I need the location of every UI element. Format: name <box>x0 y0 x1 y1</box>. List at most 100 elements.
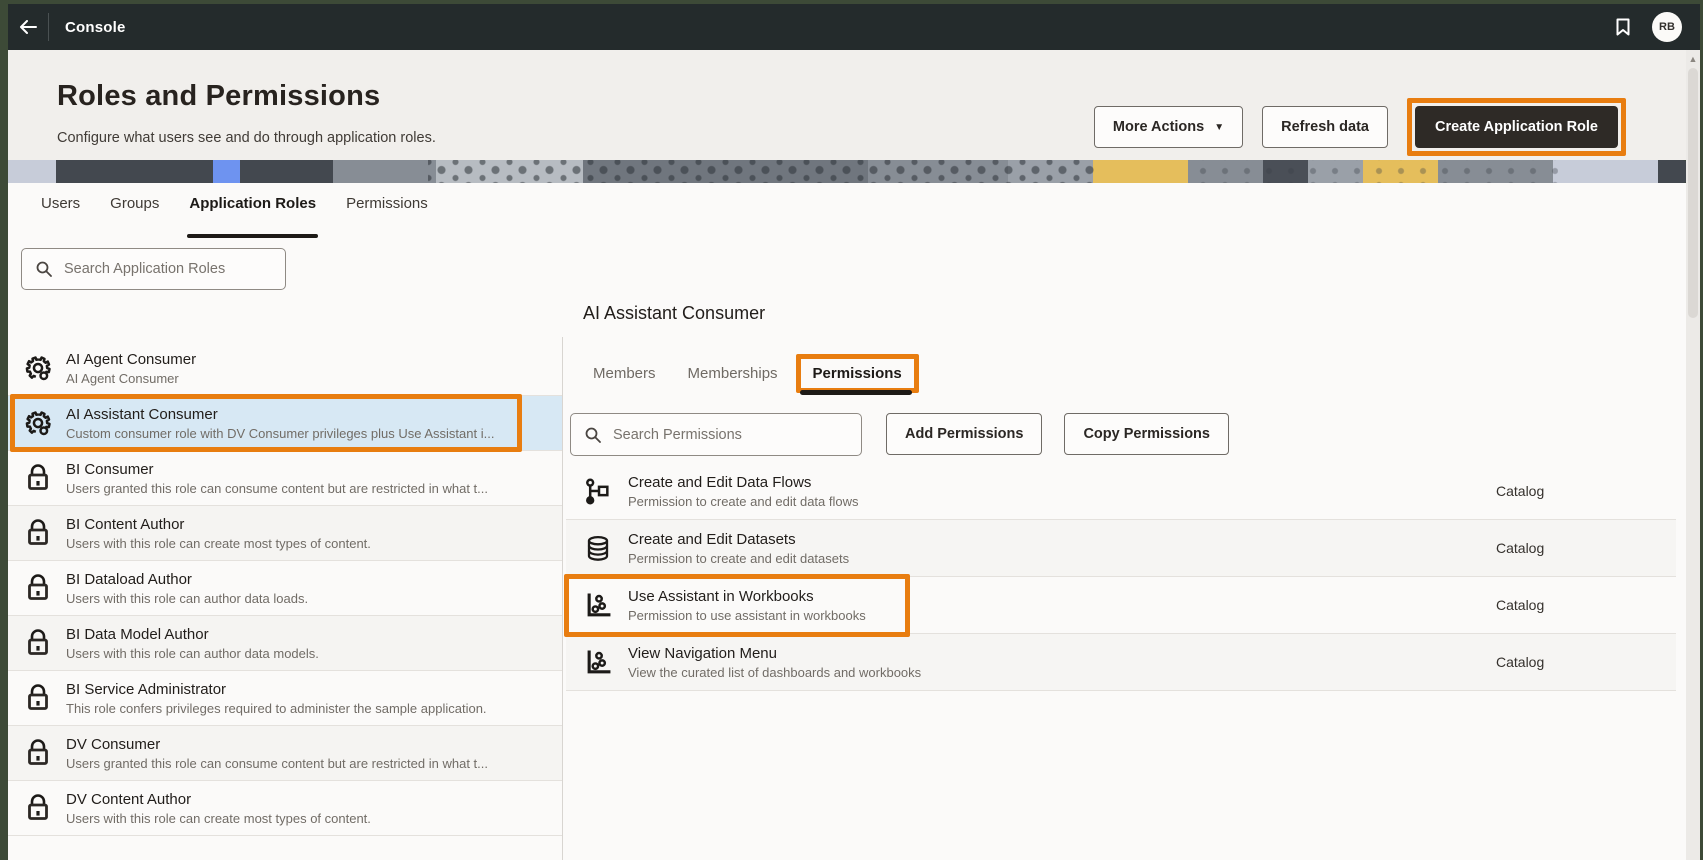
banner-dots-texture <box>428 160 1098 183</box>
permission-name: Create and Edit Data Flows <box>628 473 812 491</box>
panel-divider <box>562 337 563 860</box>
chevron-down-icon: ▼ <box>1214 121 1225 133</box>
tab-groups[interactable]: Groups <box>110 195 159 238</box>
role-name: BI Content Author <box>66 515 185 533</box>
role-list-item[interactable]: DV Content Author Users with this role c… <box>8 781 562 836</box>
copy-permissions-button[interactable]: Copy Permissions <box>1064 413 1229 455</box>
page-header: Roles and Permissions Configure what use… <box>8 50 1686 160</box>
lock-icon <box>24 684 52 712</box>
role-list-item[interactable]: BI Content Author Users with this role c… <box>8 506 562 561</box>
search-icon <box>36 261 52 277</box>
permission-list: Create and Edit Data Flows Permission to… <box>564 463 1676 691</box>
permission-scope: Catalog <box>1496 654 1545 670</box>
dataset-icon <box>584 534 612 562</box>
selected-role-title: AI Assistant Consumer <box>583 303 766 323</box>
permission-name: View Navigation Menu <box>628 644 777 662</box>
permission-description: Permission to create and edit datasets <box>628 550 850 566</box>
tab-users[interactable]: Users <box>41 195 80 238</box>
decorative-banner <box>8 160 1692 183</box>
search-application-roles-input[interactable] <box>64 261 271 277</box>
more-actions-button[interactable]: More Actions ▼ <box>1093 106 1244 148</box>
gear-icon <box>24 354 52 382</box>
more-actions-label: More Actions <box>1112 119 1205 135</box>
refresh-data-button[interactable]: Refresh data <box>1262 106 1388 148</box>
banner-dots-texture-2 <box>1188 160 1558 183</box>
tab-permissions[interactable]: Permissions <box>346 195 428 238</box>
role-name: DV Content Author <box>66 790 192 808</box>
main-tab-bar: Users Groups Application Roles Permissions <box>41 195 428 238</box>
lock-icon <box>24 574 52 602</box>
bookmark-icon[interactable] <box>1616 18 1630 36</box>
role-description: Users with this role can author data loa… <box>66 590 309 606</box>
scroll-up-arrow-icon[interactable]: ▲ <box>1686 52 1700 66</box>
permission-list-item[interactable]: Use Assistant in Workbooks Permission to… <box>564 574 1676 637</box>
lock-icon <box>24 464 52 492</box>
permission-list-item[interactable]: Create and Edit Datasets Permission to c… <box>566 520 1676 577</box>
role-description: Users with this role can author data mod… <box>66 645 319 661</box>
search-permissions-input[interactable] <box>613 426 847 443</box>
lock-icon <box>24 794 52 822</box>
permission-description: Permission to create and edit data flows <box>628 493 859 509</box>
role-list-item[interactable]: DV Consumer Users granted this role can … <box>8 726 562 781</box>
topbar-divider <box>48 13 49 41</box>
permission-description: View the curated list of dashboards and … <box>628 664 922 680</box>
permission-scope: Catalog <box>1496 540 1545 556</box>
role-name: BI Data Model Author <box>66 625 209 643</box>
permission-name: Use Assistant in Workbooks <box>628 587 814 605</box>
active-subtab-underline <box>800 390 912 395</box>
vertical-scrollbar[interactable]: ▲ <box>1686 50 1700 860</box>
role-list-item[interactable]: BI Dataload Author Users with this role … <box>8 561 562 616</box>
tab-application-roles[interactable]: Application Roles <box>187 195 318 238</box>
data-flow-icon <box>584 477 612 505</box>
role-list-item[interactable]: BI Consumer Users granted this role can … <box>8 451 562 506</box>
role-description: AI Agent Consumer <box>66 370 179 386</box>
role-name: DV Consumer <box>66 735 161 753</box>
role-list-item[interactable]: AI Assistant Consumer Custom consumer ro… <box>8 394 562 452</box>
subtab-permissions[interactable]: Permissions <box>795 354 919 393</box>
role-name: BI Service Administrator <box>66 680 227 698</box>
add-permissions-button[interactable]: Add Permissions <box>886 413 1043 455</box>
role-name: BI Dataload Author <box>66 570 192 588</box>
role-list-item[interactable]: AI Agent Consumer AI Agent Consumer <box>8 341 562 396</box>
lock-icon <box>24 629 52 657</box>
role-list-item[interactable]: BI Data Model Author Users with this rol… <box>8 616 562 671</box>
permission-description: Permission to use assistant in workbooks <box>628 607 866 623</box>
main-content: Users Groups Application Roles Permissions … <box>8 183 1686 860</box>
detail-tab-bar: Members Memberships Permissions <box>591 354 919 393</box>
permission-list-item[interactable]: Create and Edit Data Flows Permission to… <box>566 463 1676 520</box>
role-name: AI Assistant Consumer <box>66 405 218 423</box>
subtab-memberships[interactable]: Memberships <box>686 355 780 392</box>
role-description: This role confers privileges required to… <box>66 700 487 716</box>
lock-icon <box>24 519 52 547</box>
role-description: Custom consumer role with DV Consumer pr… <box>66 425 495 441</box>
back-button[interactable] <box>8 4 48 50</box>
role-list-item[interactable]: BI Service Administrator This role confe… <box>8 671 562 726</box>
permission-list-item[interactable]: View Navigation Menu View the curated li… <box>566 634 1676 691</box>
role-description: Users granted this role can consume cont… <box>66 755 488 771</box>
top-bar: Console RB <box>8 4 1700 50</box>
permission-scope: Catalog <box>1496 597 1545 613</box>
create-role-highlight-box: Create Application Role <box>1406 98 1626 156</box>
application-role-list: AI Agent Consumer AI Agent Consumer AI A… <box>8 341 562 860</box>
page-subtitle: Configure what users see and do through … <box>57 130 436 146</box>
subtab-members[interactable]: Members <box>591 355 658 392</box>
role-search <box>21 248 286 290</box>
role-name: BI Consumer <box>66 460 154 478</box>
scatter-chart-icon <box>584 648 612 676</box>
scrollbar-thumb[interactable] <box>1688 68 1698 318</box>
create-application-role-button[interactable]: Create Application Role <box>1414 106 1618 148</box>
app-title: Console <box>65 18 126 36</box>
scatter-chart-icon <box>584 591 612 619</box>
role-description: Users with this role can create most typ… <box>66 535 371 551</box>
role-description: Users with this role can create most typ… <box>66 810 371 826</box>
page-title: Roles and Permissions <box>57 80 381 112</box>
role-description: Users granted this role can consume cont… <box>66 480 488 496</box>
avatar[interactable]: RB <box>1652 12 1682 42</box>
permission-search <box>570 413 862 456</box>
role-name: AI Agent Consumer <box>66 350 197 368</box>
gear-icon <box>24 409 52 437</box>
search-icon <box>585 427 601 443</box>
permission-scope: Catalog <box>1496 483 1545 499</box>
permission-name: Create and Edit Datasets <box>628 530 796 548</box>
back-arrow-icon <box>20 20 37 34</box>
